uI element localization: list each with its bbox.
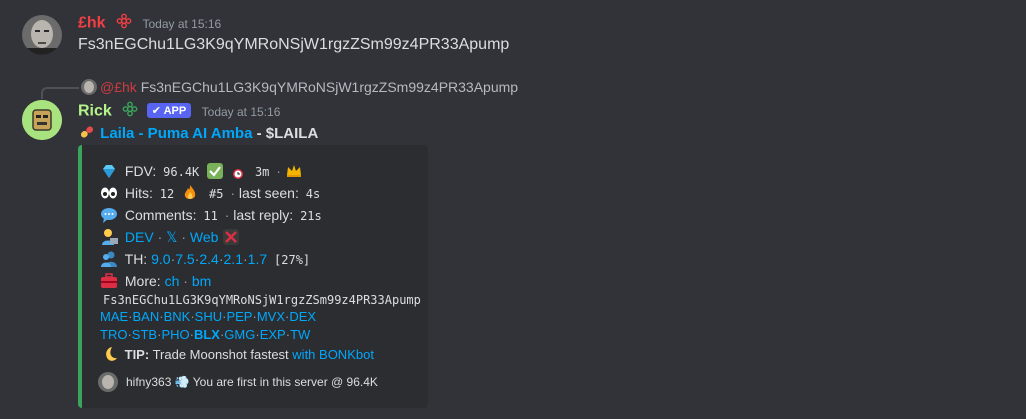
title-separator: - xyxy=(252,125,266,142)
exchange-link[interactable]: BAN xyxy=(133,309,160,324)
contract-line: Fs3nEGChu1LG3K9qYMRoNSjW1rgzZSm99z4PR33A… xyxy=(100,291,424,308)
exchange-link[interactable]: PEP xyxy=(226,309,252,324)
links-line: DEV · 𝕏 · Web xyxy=(100,228,243,246)
hits-line: Hits: 12 #5 · last seen: 4s xyxy=(100,184,324,202)
last-reply-label: last reply: xyxy=(233,207,294,223)
moon-icon xyxy=(100,345,118,363)
crown-icon xyxy=(285,162,303,180)
username-user1[interactable]: £hk xyxy=(78,15,106,32)
avatar-rick[interactable] xyxy=(22,100,62,140)
exchange-link[interactable]: TRO xyxy=(100,327,127,342)
exchanges-row-2: TRO·STB·PHO·BLX·GMG·EXP·TW xyxy=(100,327,311,342)
exchange-link[interactable]: GMG xyxy=(224,327,255,342)
fdv-line: FDV: 96.4K 3m · xyxy=(100,162,306,180)
exchange-link[interactable]: DEX xyxy=(289,309,316,324)
bonkbot-link[interactable]: with BONKbot xyxy=(292,347,374,362)
developer-icon xyxy=(100,228,118,246)
reply-content: Fs3nEGChu1LG3K9qYMRoNSjW1rgzZSm99z4PR33A… xyxy=(140,79,519,95)
reply-mention[interactable]: @£hk xyxy=(100,79,137,95)
embed-footer: hifny363 💨 You are first in this server … xyxy=(98,371,378,393)
bm-link[interactable]: bm xyxy=(192,273,211,289)
exchange-link[interactable]: EXP xyxy=(260,327,286,342)
th-label: TH: xyxy=(124,251,148,267)
last-seen-value: 4s xyxy=(302,186,324,202)
token-embed: FDV: 96.4K 3m · Hits: 12 #5 · last seen:… xyxy=(78,145,428,408)
footer-text: hifny363 💨 You are first in this server … xyxy=(126,375,378,389)
contract-address[interactable]: Fs3nEGChu1LG3K9qYMRoNSjW1rgzZSm99z4PR33A… xyxy=(100,292,424,308)
check-mark-icon xyxy=(206,162,224,180)
flower-role-icon xyxy=(116,13,132,34)
reply-preview[interactable]: @£hk Fs3nEGChu1LG3K9qYMRoNSjW1rgzZSm99z4… xyxy=(100,79,518,95)
token-title-link[interactable]: Laila - Puma AI Amba xyxy=(100,125,252,142)
exchange-link[interactable]: PHO xyxy=(161,327,189,342)
rank-value: #5 xyxy=(206,186,227,202)
fdv-value: 96.4K xyxy=(160,164,203,180)
eyes-icon xyxy=(100,184,118,202)
exchange-link[interactable]: MVX xyxy=(257,309,285,324)
th-line: TH: 9.0·7.5·2.4·2.1·1.7 [27%] xyxy=(100,250,314,268)
tip-label: TIP: xyxy=(124,347,150,362)
avatar-user1[interactable] xyxy=(22,15,62,55)
exchange-link[interactable]: BNK xyxy=(164,309,191,324)
tip-text: Trade Moonshot fastest xyxy=(152,347,289,362)
pill-icon xyxy=(78,123,96,141)
more-line: More: ch · bm xyxy=(100,272,211,290)
exchange-link[interactable]: TW xyxy=(290,327,310,342)
speech-bubble-icon xyxy=(100,206,118,224)
exchanges-row-1: MAE·BAN·BNK·SHU·PEP·MVX·DEX xyxy=(100,309,317,324)
th-value-2[interactable]: 7.5 xyxy=(175,251,194,267)
fdv-label: FDV: xyxy=(124,163,157,179)
th-value-3[interactable]: 2.4 xyxy=(199,251,218,267)
alarm-clock-icon xyxy=(231,166,245,180)
fire-icon xyxy=(181,184,199,202)
hits-label: Hits: xyxy=(124,185,153,201)
check-icon: ✔ xyxy=(151,104,161,117)
x-link[interactable]: 𝕏 xyxy=(166,229,177,245)
ticker: $LAILA xyxy=(265,125,319,142)
last-reply-value: 21s xyxy=(297,208,325,224)
exchange-link[interactable]: STB xyxy=(132,327,157,342)
comments-label: Comments: xyxy=(124,207,197,223)
app-tag-label: APP xyxy=(163,104,187,117)
app-tag: ✔ APP xyxy=(146,102,192,118)
web-link[interactable]: Web xyxy=(190,229,219,245)
th-value-1[interactable]: 9.0 xyxy=(151,251,170,267)
message-1-content: Fs3nEGChu1LG3K9qYMRoNSjW1rgzZSm99z4PR33A… xyxy=(78,36,510,53)
no-web-icon xyxy=(222,228,240,246)
exchange-link[interactable]: BLX xyxy=(194,327,220,342)
comments-line: Comments: 11 · last reply: 21s xyxy=(100,206,325,224)
exchange-link[interactable]: SHU xyxy=(195,309,222,324)
th-value-5[interactable]: 1.7 xyxy=(248,251,267,267)
dev-link[interactable]: DEV xyxy=(125,229,154,245)
timestamp-1: Today at 15:16 xyxy=(142,16,222,31)
ch-link[interactable]: ch xyxy=(165,273,180,289)
username-rick[interactable]: Rick xyxy=(78,103,112,120)
reply-avatar xyxy=(81,79,97,95)
holders-icon xyxy=(100,250,118,268)
last-seen-label: last seen: xyxy=(238,185,299,201)
tip-line: TIP: Trade Moonshot fastest with BONKbot xyxy=(100,345,374,363)
timestamp-2: Today at 15:16 xyxy=(201,104,281,119)
th-total: [27%] xyxy=(271,252,314,268)
exchange-link[interactable]: MAE xyxy=(100,309,128,324)
reply-connector xyxy=(41,87,79,99)
footer-avatar xyxy=(98,372,118,392)
diamond-icon xyxy=(100,162,118,180)
age-value: 3m xyxy=(251,164,273,180)
th-value-4[interactable]: 2.1 xyxy=(224,251,243,267)
comments-value: 11 xyxy=(200,208,221,224)
more-label: More: xyxy=(124,273,161,289)
flower-role-icon xyxy=(122,101,138,122)
hits-value: 12 xyxy=(156,186,178,202)
toolbox-icon xyxy=(100,272,118,290)
